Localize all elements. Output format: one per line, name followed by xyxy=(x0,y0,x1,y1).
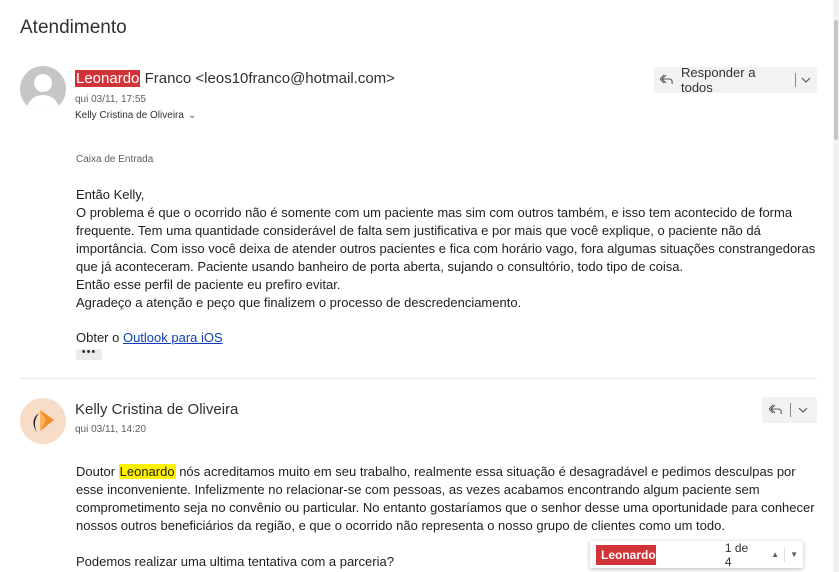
message-date: qui 03/11, 14:20 xyxy=(75,424,146,435)
chevron-down-icon[interactable] xyxy=(791,404,815,416)
sender-logo-avatar[interactable] xyxy=(20,398,66,444)
body-paragraph: Agradeço a atenção e peço que finalizem … xyxy=(76,295,522,310)
body-paragraph: Então esse perfil de paciente eu prefiro… xyxy=(76,277,341,292)
find-bar[interactable]: Leonardo 1 de 4 ▲ ▼ xyxy=(590,540,803,569)
reply-all-button[interactable]: Responder a todos xyxy=(654,65,817,95)
scrollbar-thumb[interactable] xyxy=(834,20,838,140)
reply-all-icon xyxy=(654,72,681,89)
message-subject: Atendimento xyxy=(20,17,127,38)
signature-prefix: Obter o xyxy=(76,330,123,345)
chevron-up-icon[interactable]: ▲ xyxy=(766,550,784,559)
message-date: qui 03/11, 17:55 xyxy=(75,94,146,105)
body-prefix: Doutor xyxy=(76,464,119,479)
sender-name-rest: Franco <leos10franco@hotmail.com> xyxy=(140,70,395,87)
message-divider xyxy=(20,378,817,379)
keyword-highlight: Leonardo xyxy=(118,464,176,479)
recipient-name: Kelly Cristina de Oliveira xyxy=(75,110,184,121)
folder-label: Caixa de Entrada xyxy=(76,154,154,165)
avatar-head-shape xyxy=(34,74,52,92)
reply-all-icon[interactable] xyxy=(762,402,790,419)
chevron-down-icon[interactable] xyxy=(796,74,817,86)
sender-name[interactable]: Leonardo Franco <leos10franco@hotmail.co… xyxy=(75,70,395,87)
double-chevron-down-icon[interactable]: ⌄ xyxy=(188,110,196,121)
reply-button[interactable] xyxy=(762,397,817,423)
scrollbar[interactable] xyxy=(833,0,839,572)
sender-avatar[interactable] xyxy=(20,66,66,112)
reply-all-label: Responder a todos xyxy=(680,65,756,95)
body-paragraph: O problema é que o ocorrido não é soment… xyxy=(76,205,816,274)
search-highlight: Leonardo xyxy=(75,70,141,87)
avatar-body-shape xyxy=(26,95,60,112)
find-input[interactable]: Leonardo xyxy=(596,544,656,565)
signature: Obter o Outlook para iOS xyxy=(76,330,223,345)
show-more-button[interactable]: ••• xyxy=(76,347,102,360)
body-paragraph: Então Kelly, xyxy=(76,187,145,202)
recipient-line[interactable]: Kelly Cristina de Oliveira ⌄ xyxy=(75,110,196,121)
company-logo-icon xyxy=(33,410,54,433)
outlook-ios-link[interactable]: Outlook para iOS xyxy=(123,330,223,345)
body-rest: nós acreditamos muito em seu trabalho, r… xyxy=(76,464,815,533)
chevron-down-icon[interactable]: ▼ xyxy=(785,550,803,559)
body-paragraph: Doutor Leonardo nós acreditamos muito em… xyxy=(76,463,816,535)
sender-name[interactable]: Kelly Cristina de Oliveira xyxy=(75,401,238,418)
message-body: Doutor Leonardo nós acreditamos muito em… xyxy=(76,463,816,535)
find-count: 1 de 4 xyxy=(724,540,749,569)
message-body: Então Kelly, O problema é que o ocorrido… xyxy=(76,186,816,312)
